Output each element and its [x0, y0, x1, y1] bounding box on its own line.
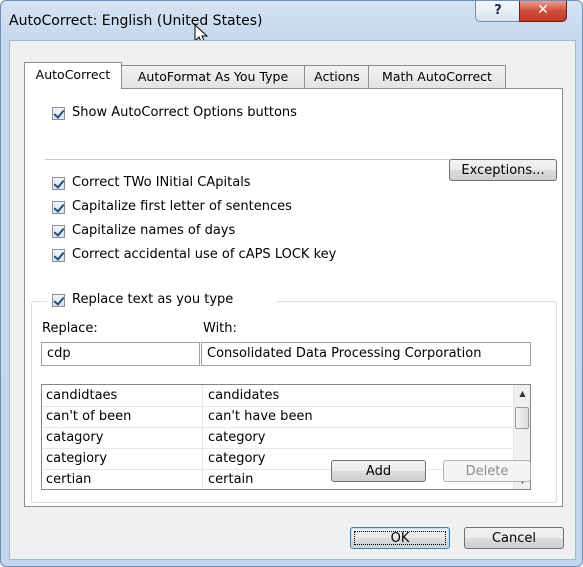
replace-input[interactable]: cdp	[41, 342, 200, 366]
list-item[interactable]: categiory category	[42, 448, 512, 470]
title-bar[interactable]: AutoCorrect: English (United States) ? ✕	[1, 1, 582, 45]
exceptions-button[interactable]: Exceptions...	[449, 159, 557, 181]
tab-autocorrect[interactable]: AutoCorrect	[24, 62, 122, 89]
list-item-with: category	[208, 451, 266, 466]
with-header: With:	[203, 321, 237, 336]
capitalize-first-letter-checkbox[interactable]	[52, 201, 65, 214]
autocorrect-tab-panel: Show AutoCorrect Options buttons Correct…	[24, 88, 563, 507]
capitalize-first-letter-label[interactable]: Capitalize first letter of sentences	[72, 199, 292, 214]
caps-lock-label[interactable]: Correct accidental use of cAPS LOCK key	[72, 247, 336, 262]
list-item-with: certain	[208, 472, 254, 487]
list-item[interactable]: certian certain	[42, 469, 512, 489]
caps-lock-checkbox[interactable]	[52, 249, 65, 262]
tab-math-autocorrect[interactable]: Math AutoCorrect	[368, 65, 506, 88]
replace-header: Replace:	[42, 321, 98, 336]
cancel-button[interactable]: Cancel	[464, 527, 564, 549]
dialog-client-area: AutoCorrect AutoFormat As You Type Actio…	[9, 40, 576, 560]
column-divider	[202, 385, 203, 406]
with-input[interactable]: Consolidated Data Processing Corporation	[201, 342, 531, 366]
help-button[interactable]: ?	[475, 1, 521, 22]
list-item-with: can't have been	[208, 409, 313, 424]
column-divider	[202, 406, 203, 427]
list-item-with: category	[208, 430, 266, 445]
replace-text-checkbox[interactable]	[52, 294, 65, 307]
delete-button[interactable]: Delete	[443, 460, 531, 482]
list-item[interactable]: candidtaes candidates	[42, 385, 512, 407]
window-title: AutoCorrect: English (United States)	[9, 13, 263, 29]
list-item[interactable]: can't of been can't have been	[42, 406, 512, 428]
autocorrect-dialog: AutoCorrect: English (United States) ? ✕…	[0, 0, 583, 567]
column-divider	[202, 448, 203, 469]
column-divider	[202, 427, 203, 448]
scrollbar-thumb[interactable]	[515, 407, 529, 429]
list-item-replace: certian	[46, 472, 92, 487]
list-item-with: candidates	[208, 388, 280, 403]
show-buttons-checkbox[interactable]	[52, 107, 65, 120]
show-buttons-label[interactable]: Show AutoCorrect Options buttons	[72, 105, 297, 120]
list-item-replace: categiory	[46, 451, 108, 466]
ok-button[interactable]: OK	[350, 527, 450, 549]
add-button[interactable]: Add	[331, 460, 426, 482]
capitalize-days-checkbox[interactable]	[52, 225, 65, 238]
list-item[interactable]: catagory category	[42, 427, 512, 449]
close-icon: ✕	[537, 2, 549, 18]
list-item-replace: catagory	[46, 430, 104, 445]
scroll-up-arrow-icon[interactable]: ▲	[514, 385, 530, 402]
close-button[interactable]: ✕	[519, 1, 567, 22]
list-item-replace: candidtaes	[46, 388, 118, 403]
two-initial-capitals-label[interactable]: Correct TWo INitial CApitals	[72, 175, 251, 190]
capitalize-days-label[interactable]: Capitalize names of days	[72, 223, 235, 238]
column-divider	[202, 469, 203, 489]
tab-autoformat-as-you-type[interactable]: AutoFormat As You Type	[120, 65, 306, 88]
tab-actions[interactable]: Actions	[304, 65, 370, 88]
two-initial-capitals-checkbox[interactable]	[52, 177, 65, 190]
replace-text-label[interactable]: Replace text as you type	[72, 292, 233, 307]
focus-rectangle	[354, 531, 446, 545]
list-item-replace: can't of been	[46, 409, 132, 424]
